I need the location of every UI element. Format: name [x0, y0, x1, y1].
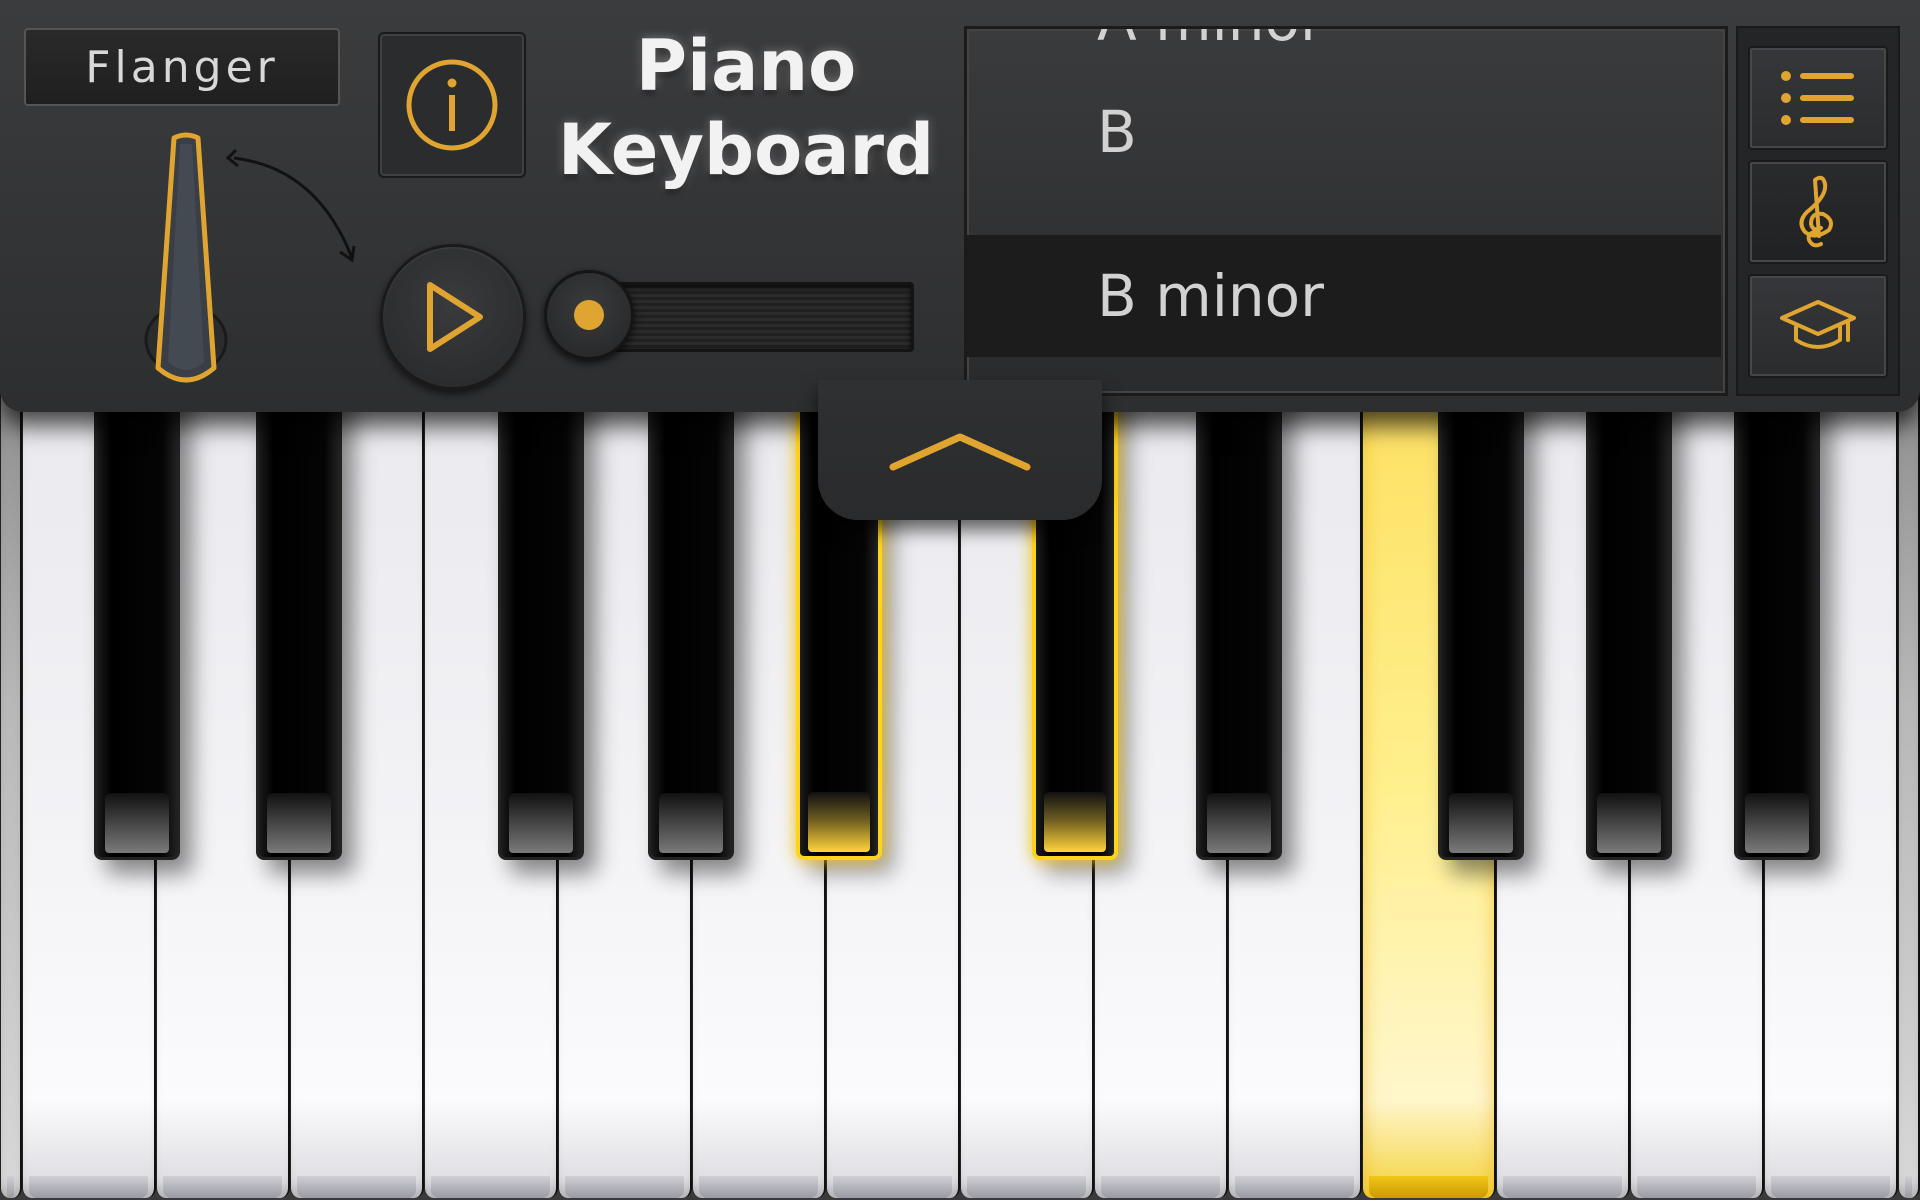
app-title-line1: Piano	[635, 25, 857, 107]
sheet-music-button[interactable]	[1748, 160, 1888, 264]
black-key-10[interactable]	[1734, 380, 1820, 860]
pitch-bend-lever[interactable]	[136, 130, 236, 400]
app-title: Piano Keyboard	[556, 24, 936, 192]
play-icon	[427, 282, 483, 352]
control-panel: Flanger Piano Keyboard A minor B B minor	[0, 0, 1920, 412]
black-key-1[interactable]	[94, 380, 180, 860]
black-key-3[interactable]	[498, 380, 584, 860]
song-list[interactable]: A minor B B minor	[964, 26, 1728, 396]
info-icon	[406, 59, 498, 151]
collapse-panel-button[interactable]	[818, 380, 1102, 520]
tempo-slider[interactable]	[544, 270, 914, 370]
song-list-button[interactable]	[1748, 46, 1888, 150]
black-key-8[interactable]	[1438, 380, 1524, 860]
chevron-up-icon	[889, 433, 1031, 471]
app-title-line2: Keyboard	[557, 109, 935, 191]
list-icon	[1781, 71, 1854, 125]
effect-label[interactable]: Flanger	[24, 28, 340, 106]
white-key-edge-right	[1898, 380, 1920, 1198]
graduation-cap-icon	[1780, 300, 1856, 349]
curved-arrow-icon	[225, 148, 356, 263]
slider-knob[interactable]	[544, 270, 634, 360]
black-key-2[interactable]	[256, 380, 342, 860]
black-key-9[interactable]	[1586, 380, 1672, 860]
info-button[interactable]	[378, 32, 526, 178]
learn-button[interactable]	[1748, 274, 1888, 378]
black-key-4[interactable]	[648, 380, 734, 860]
play-button[interactable]	[380, 244, 526, 390]
treble-clef-icon	[1799, 175, 1833, 248]
white-key-edge	[0, 380, 22, 1198]
black-key-7[interactable]	[1196, 380, 1282, 860]
song-item-b[interactable]: B	[967, 71, 1721, 193]
song-item-b-minor[interactable]: B minor	[967, 235, 1721, 357]
